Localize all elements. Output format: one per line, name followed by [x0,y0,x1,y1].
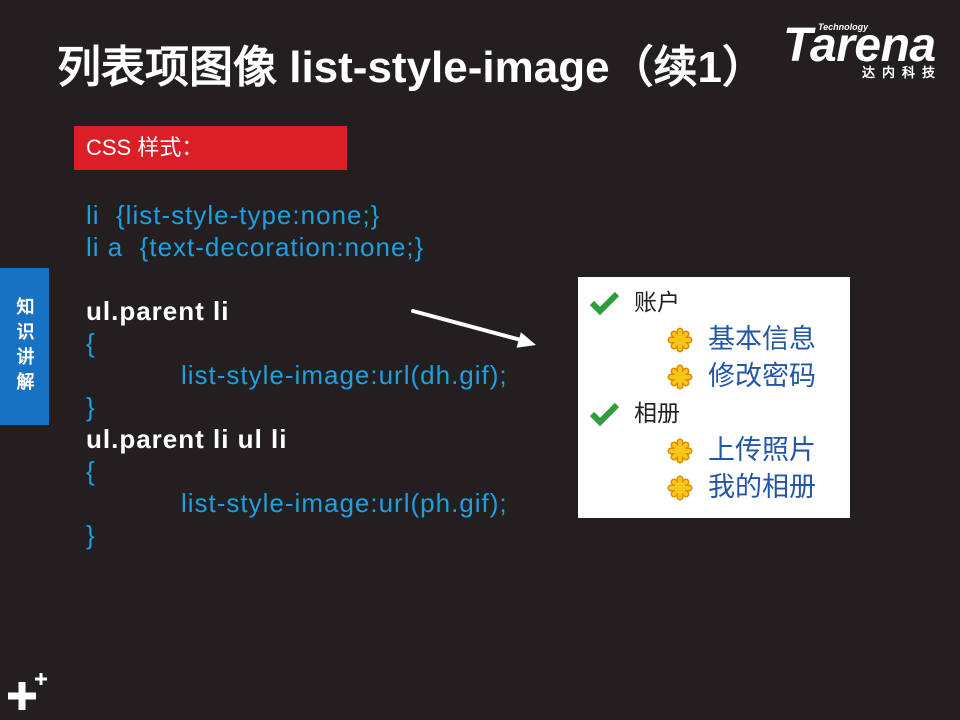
list-item: 上传照片 [578,432,850,469]
logo-tagline: Technology [818,22,869,32]
plus-icon [8,673,47,710]
code-line: li {list-style-type:none;} [86,200,381,230]
section-tab: 知识讲解 [0,268,49,425]
slide-title: 列表项图像 list-style-image（续1） [57,43,767,92]
list-item: 基本信息 [578,321,850,358]
style-heading-box: CSS 样式： [74,126,347,170]
list-item: 账户 [578,284,850,321]
tarena-logo: Tarena Technology 达内科技 [778,18,954,88]
code-line: { [86,456,96,486]
code-line: } [86,520,96,550]
logo-cn-name: 达内科技 [862,65,943,80]
item-label: 我的相册 [708,471,816,503]
group-label: 相册 [634,400,680,427]
code-selector-line: ul.parent li ul li [86,424,288,454]
gear-icon [667,475,693,500]
section-tab-label: 知识讲解 [14,296,35,397]
gear-icon [667,438,693,463]
slide: 列表项图像 list-style-image（续1） Tarena Techno… [0,0,960,720]
code-declaration-line: list-style-image:url(dh.gif); [181,360,508,390]
check-icon [589,402,620,426]
item-label: 上传照片 [708,434,816,466]
group-label: 账户 [634,289,680,316]
code-line: li a {text-decoration:none;} [86,232,425,262]
gear-icon [667,364,693,389]
list-item: 相册 [578,395,850,432]
css-code-block: li {list-style-type:none;} li a {text-de… [86,199,556,551]
gear-icon [667,327,693,352]
list-item: 我的相册 [578,469,850,506]
list-preview-box: 账户 基本信息 修改密码 相册 上传照片 我的相册 [578,277,850,518]
arrow-icon [411,309,536,348]
code-declaration-line: list-style-image:url(ph.gif); [181,488,508,518]
code-line: } [86,392,96,422]
item-label: 基本信息 [708,323,816,355]
list-item: 修改密码 [578,358,850,395]
item-label: 修改密码 [708,360,816,392]
check-icon [589,291,620,315]
